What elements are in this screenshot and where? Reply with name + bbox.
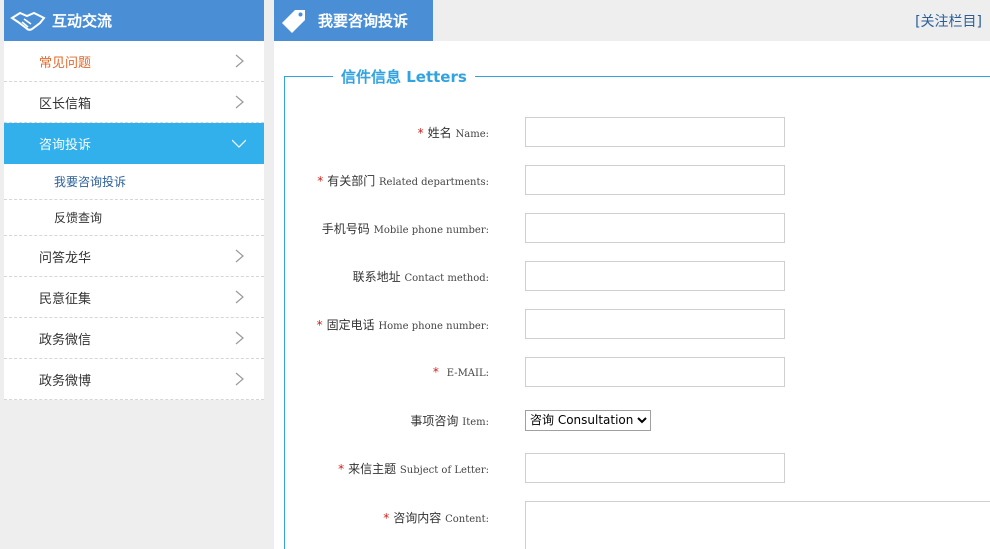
chevron-right-icon <box>235 372 244 386</box>
main-header: 我要咨询投诉 [关注栏目] <box>274 0 990 41</box>
letter-fieldset: 信件信息 Letters * 姓名 Name: * 有关部门 Related dep… <box>284 66 990 549</box>
main-tab: 我要咨询投诉 <box>274 0 433 41</box>
field-label: * 固定电话 Home phone number: <box>316 317 489 332</box>
form-row-address: 联系地址 Contact method: <box>295 261 985 291</box>
item-select[interactable]: 咨询 Consultation <box>525 409 651 431</box>
sidebar-item-wechat[interactable]: 政务微信 <box>4 318 264 359</box>
form-row-item: 事项咨询 Item: 咨询 Consultation <box>295 405 985 435</box>
mobile-input[interactable] <box>525 213 785 243</box>
field-label: 联系地址 Contact method: <box>352 269 489 284</box>
field-label: * 姓名 Name: <box>417 125 489 140</box>
handshake-icon <box>10 11 46 31</box>
chevron-right-icon <box>235 249 244 263</box>
sidebar-subitem-my-consult[interactable]: 我要咨询投诉 <box>4 164 264 200</box>
department-input[interactable] <box>525 165 785 195</box>
field-label: * E-MAIL: <box>432 365 489 379</box>
sidebar-item-label: 常见问题 <box>39 55 92 71</box>
sidebar-item-label: 政务微博 <box>39 373 92 389</box>
form-row-content: * 咨询内容 Content: <box>295 501 990 549</box>
field-label: * 咨询内容 Content: <box>383 511 489 525</box>
chevron-down-icon <box>232 139 246 148</box>
sidebar-item-mayor-mailbox[interactable]: 区长信箱 <box>4 82 264 123</box>
chevron-right-icon <box>235 54 244 68</box>
sidebar-item-qa[interactable]: 问答龙华 <box>4 236 264 277</box>
chevron-right-icon <box>235 290 244 304</box>
form-row-subject: * 来信主题 Subject of Letter: <box>295 453 985 483</box>
chevron-right-icon <box>235 95 244 109</box>
sidebar-item-opinion[interactable]: 民意征集 <box>4 277 264 318</box>
sidebar-item-label: 区长信箱 <box>39 96 92 112</box>
page-title: 我要咨询投诉 <box>318 12 409 30</box>
form-row-email: * E-MAIL: <box>295 357 985 387</box>
form-row-mobile: 手机号码 Mobile phone number: <box>295 213 985 243</box>
required-marker: * <box>338 461 345 476</box>
email-input[interactable] <box>525 357 785 387</box>
main-panel: 我要咨询投诉 [关注栏目] 信件信息 Letters * 姓名 Name: * 有关… <box>274 0 990 549</box>
field-label: 手机号码 Mobile phone number: <box>321 221 489 236</box>
form-row-name: * 姓名 Name: <box>295 117 985 147</box>
required-marker: * <box>417 125 424 140</box>
phone-input[interactable] <box>525 309 785 339</box>
sidebar-item-consult-complaint[interactable]: 咨询投诉 <box>4 123 264 164</box>
sidebar-list: 常见问题 区长信箱 咨询投诉 我要咨询投诉 反馈查询 问答龙华 民意征集 政务微… <box>4 41 264 400</box>
sidebar: 互动交流 常见问题 区长信箱 咨询投诉 我要咨询投诉 反馈查询 问答龙华 民意征… <box>4 0 264 400</box>
sidebar-subitem-label: 反馈查询 <box>54 211 103 225</box>
field-label: 事项咨询 Item: <box>410 413 489 428</box>
sidebar-title: 互动交流 <box>52 12 113 30</box>
sidebar-item-label: 问答龙华 <box>39 250 92 266</box>
address-input[interactable] <box>525 261 785 291</box>
sidebar-item-weibo[interactable]: 政务微博 <box>4 359 264 400</box>
form-row-department: * 有关部门 Related departments: <box>295 165 985 195</box>
sidebar-item-faq[interactable]: 常见问题 <box>4 41 264 82</box>
required-marker: * <box>316 317 323 332</box>
name-input[interactable] <box>525 117 785 147</box>
sidebar-subitem-feedback-query[interactable]: 反馈查询 <box>4 200 264 236</box>
field-label: * 来信主题 Subject of Letter: <box>338 461 489 476</box>
sidebar-item-label: 咨询投诉 <box>39 137 92 153</box>
required-marker: * <box>317 173 324 188</box>
form-row-phone: * 固定电话 Home phone number: <box>295 309 985 339</box>
required-marker: * <box>432 365 439 379</box>
sidebar-header: 互动交流 <box>4 0 264 41</box>
sidebar-item-label: 政务微信 <box>39 332 92 348</box>
field-label: * 有关部门 Related departments: <box>317 173 489 188</box>
chevron-right-icon <box>235 331 244 345</box>
sidebar-subitem-label: 我要咨询投诉 <box>54 175 127 189</box>
follow-column-link[interactable]: [关注栏目] <box>915 11 982 31</box>
content-textarea[interactable] <box>525 501 990 549</box>
subject-input[interactable] <box>525 453 785 483</box>
required-marker: * <box>383 511 390 525</box>
sidebar-item-label: 民意征集 <box>39 291 92 307</box>
fieldset-legend: 信件信息 Letters <box>333 66 475 87</box>
tag-icon <box>282 9 305 33</box>
